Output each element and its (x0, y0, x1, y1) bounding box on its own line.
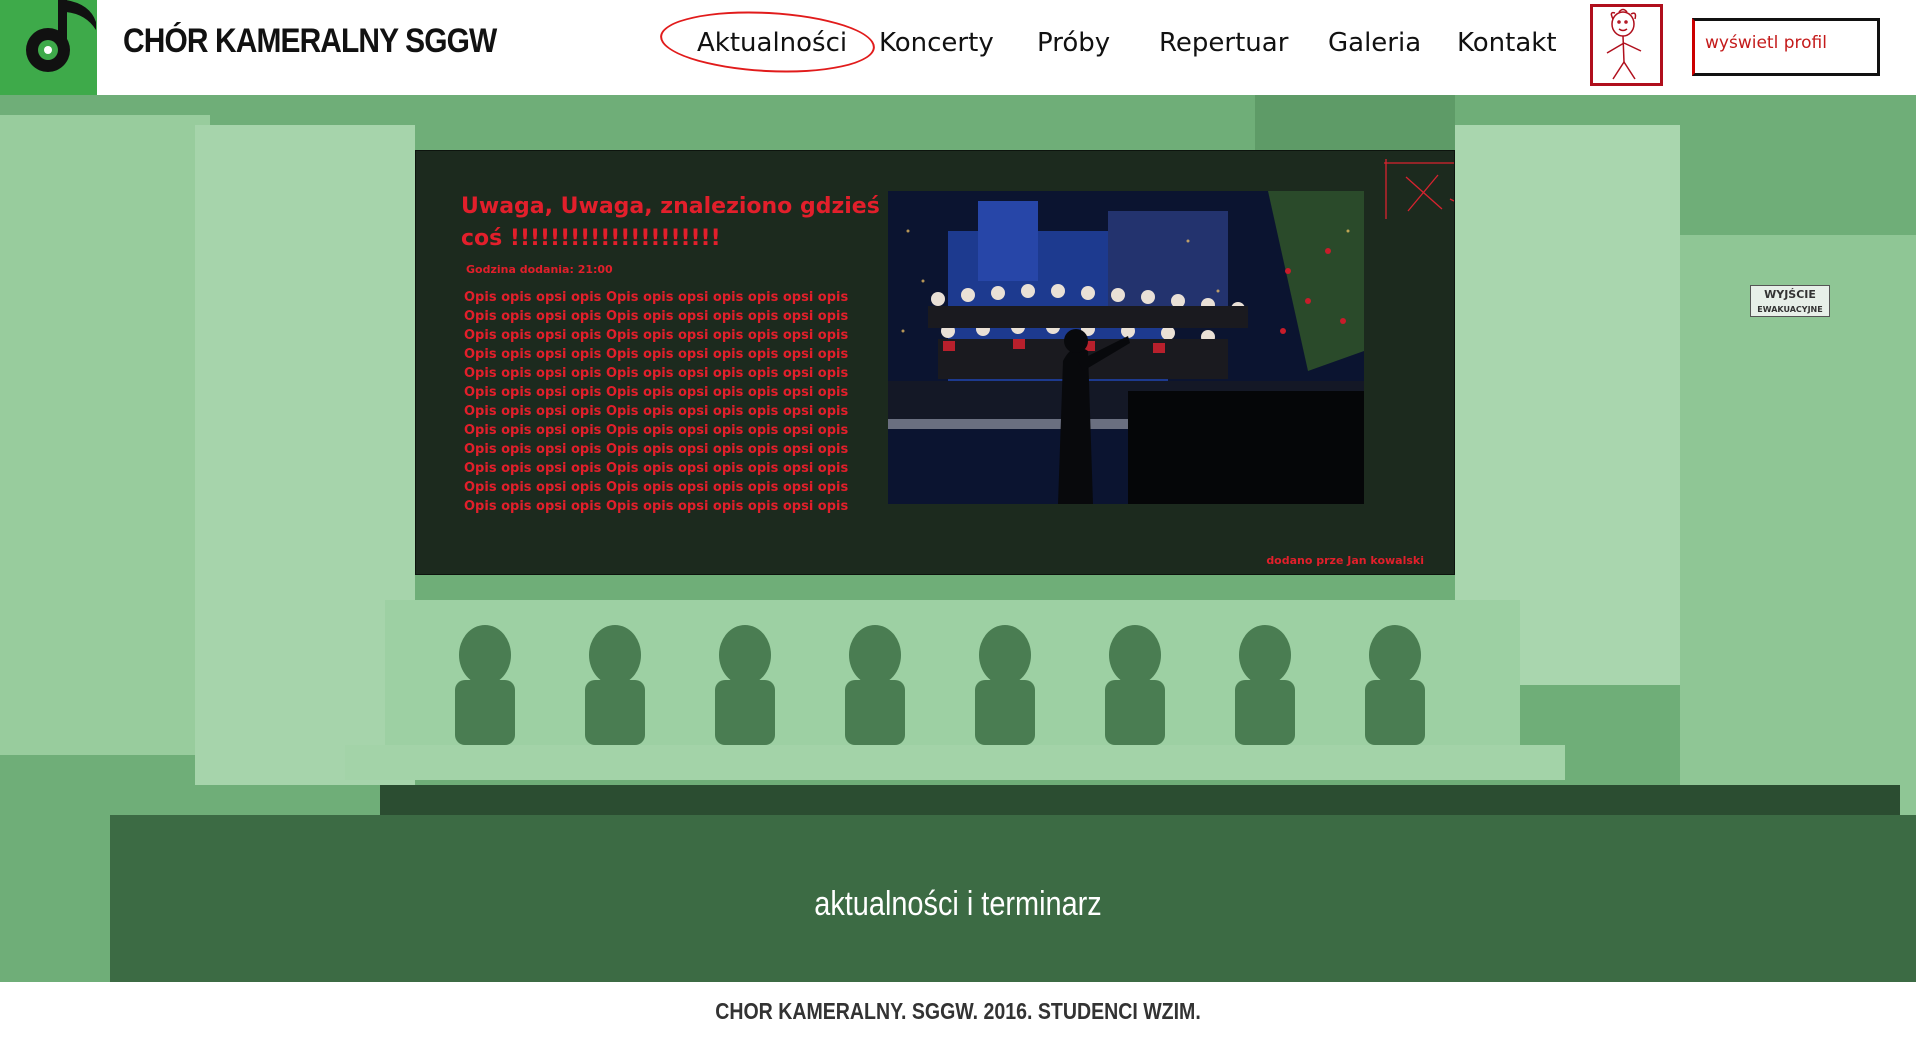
choir-faces-decoration (455, 625, 1425, 745)
site-header: CHÓR KAMERALNY SGGW Aktualności Koncerty… (0, 0, 1916, 95)
hero-caption: aktualności i terminarz (814, 885, 1102, 923)
view-profile-button[interactable]: wyświetl profil (1692, 18, 1880, 76)
avatar[interactable] (1590, 4, 1663, 86)
nav-item-repertuar[interactable]: Repertuar (1159, 28, 1288, 58)
news-author: dodano prze Jan kowalski (1266, 554, 1424, 567)
news-card: Uwaga, Uwaga, znaleziono gdzieś coś !!!!… (415, 150, 1455, 575)
view-profile-label: wyświetl profil (1705, 33, 1827, 53)
nav-item-galeria[interactable]: Galeria (1328, 28, 1421, 58)
choir-ledge (345, 745, 1565, 780)
site-title[interactable]: CHÓR KAMERALNY SGGW (123, 22, 497, 61)
logo[interactable] (0, 0, 97, 95)
building-wall-left (0, 115, 210, 755)
choir-concert-photo (888, 191, 1364, 504)
building-wall-right (1680, 235, 1916, 835)
nav-item-aktualnosci[interactable]: Aktualności (697, 28, 847, 58)
nav-item-koncerty[interactable]: Koncerty (879, 28, 994, 58)
news-title: Uwaga, Uwaga, znaleziono gdzieś coś !!!!… (461, 194, 880, 251)
site-footer: CHOR KAMERALNY. SGGW. 2016. STUDENCI WZI… (0, 982, 1916, 1040)
exit-sign: WYJŚCIE EWAKUACYJNE (1750, 285, 1830, 317)
choir-concert-image (888, 191, 1364, 504)
nav-item-proby[interactable]: Próby (1037, 28, 1110, 58)
close-x-icon[interactable] (1384, 159, 1454, 229)
music-note-icon (26, 0, 96, 72)
news-body: Opis opis opsi opis Opis opis opsi opis … (464, 290, 849, 514)
nav-item-kontakt[interactable]: Kontakt (1457, 28, 1557, 58)
stick-figure-avatar-icon (1606, 8, 1642, 80)
news-timestamp: Godzina dodania: 21:00 (466, 263, 613, 276)
building-window (1255, 95, 1455, 150)
building-pillar-left (195, 125, 415, 785)
footer-text: CHOR KAMERALNY. SGGW. 2016. STUDENCI WZI… (715, 998, 1201, 1024)
